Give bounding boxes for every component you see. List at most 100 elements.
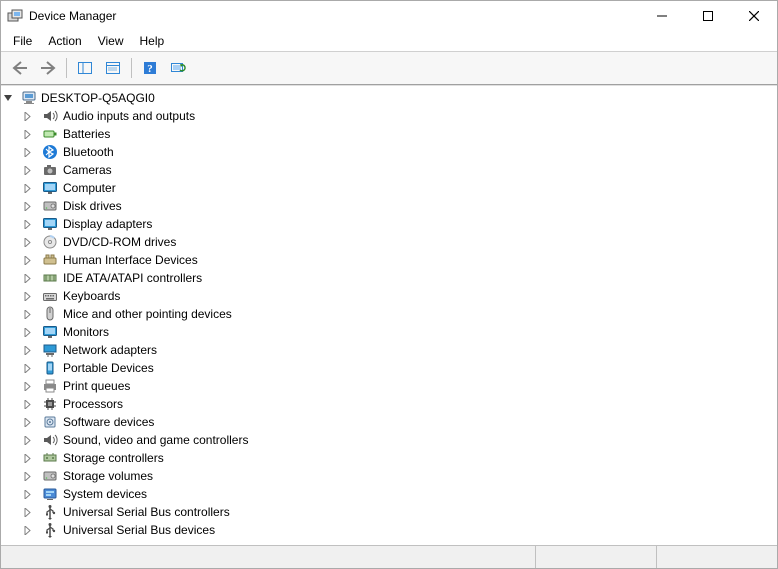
toolbar-scan-hardware-button[interactable] (165, 56, 191, 80)
device-manager-window: Device Manager File Action View Help (0, 0, 778, 569)
expander-icon[interactable] (23, 436, 39, 445)
tree-category[interactable]: Sound, video and game controllers (3, 431, 775, 449)
category-label: IDE ATA/ATAPI controllers (61, 271, 202, 285)
system-icon (41, 486, 59, 502)
status-cell (656, 546, 777, 568)
tree-category[interactable]: Universal Serial Bus devices (3, 521, 775, 539)
menu-view[interactable]: View (90, 32, 132, 50)
statusbar (1, 545, 777, 568)
expander-icon[interactable] (23, 382, 39, 391)
speaker-icon (41, 108, 59, 124)
expander-icon[interactable] (23, 256, 39, 265)
expander-icon[interactable] (23, 328, 39, 337)
expander-icon[interactable] (23, 292, 39, 301)
tree-category[interactable]: Storage controllers (3, 449, 775, 467)
expander-icon[interactable] (23, 238, 39, 247)
expander-icon[interactable] (23, 184, 39, 193)
expander-icon[interactable] (23, 418, 39, 427)
tree-category[interactable]: DVD/CD-ROM drives (3, 233, 775, 251)
status-cell (535, 546, 656, 568)
menubar: File Action View Help (1, 31, 777, 52)
device-tree[interactable]: DESKTOP-Q5AQGI0 Audio inputs and outputs… (1, 85, 777, 545)
tree-category[interactable]: Portable Devices (3, 359, 775, 377)
window-title: Device Manager (29, 9, 116, 23)
tree-category[interactable]: Monitors (3, 323, 775, 341)
tree-category[interactable]: IDE ATA/ATAPI controllers (3, 269, 775, 287)
usb-icon (41, 522, 59, 538)
menu-file[interactable]: File (5, 32, 40, 50)
usb-icon (41, 504, 59, 520)
expander-icon[interactable] (23, 454, 39, 463)
expander-icon[interactable] (23, 310, 39, 319)
controller-icon (41, 270, 59, 286)
menu-help[interactable]: Help (132, 32, 173, 50)
category-label: Keyboards (61, 289, 120, 303)
tree-category[interactable]: Mice and other pointing devices (3, 305, 775, 323)
expander-icon[interactable] (23, 508, 39, 517)
category-label: Disk drives (61, 199, 122, 213)
tree-category[interactable]: Computer (3, 179, 775, 197)
toolbar-back-button[interactable] (7, 56, 33, 80)
toolbar-forward-button[interactable] (35, 56, 61, 80)
expander-icon[interactable] (3, 93, 19, 103)
category-label: Display adapters (61, 217, 152, 231)
category-label: Software devices (61, 415, 154, 429)
expander-icon[interactable] (23, 202, 39, 211)
expander-icon[interactable] (23, 112, 39, 121)
minimize-button[interactable] (639, 1, 685, 31)
close-button[interactable] (731, 1, 777, 31)
expander-icon[interactable] (23, 274, 39, 283)
expander-icon[interactable] (23, 400, 39, 409)
cd-icon (41, 234, 59, 250)
category-label: Mice and other pointing devices (61, 307, 232, 321)
tree-category[interactable]: Software devices (3, 413, 775, 431)
tree-category[interactable]: Keyboards (3, 287, 775, 305)
tree-category[interactable]: Cameras (3, 161, 775, 179)
category-label: Storage controllers (61, 451, 164, 465)
toolbar-separator (131, 58, 132, 78)
tree-category[interactable]: Human Interface Devices (3, 251, 775, 269)
tree-category[interactable]: Network adapters (3, 341, 775, 359)
tree-category[interactable]: Storage volumes (3, 467, 775, 485)
tree-category[interactable]: Disk drives (3, 197, 775, 215)
bluetooth-icon (41, 144, 59, 160)
tree-category[interactable]: Audio inputs and outputs (3, 107, 775, 125)
toolbar-properties-button[interactable] (100, 56, 126, 80)
expander-icon[interactable] (23, 364, 39, 373)
disk-icon (41, 468, 59, 484)
portable-icon (41, 360, 59, 376)
toolbar-show-hide-tree-button[interactable] (72, 56, 98, 80)
tree-root[interactable]: DESKTOP-Q5AQGI0 (3, 89, 775, 107)
app-icon (7, 8, 23, 24)
toolbar: ? (1, 52, 777, 85)
tree-category[interactable]: Batteries (3, 125, 775, 143)
tree-category[interactable]: Display adapters (3, 215, 775, 233)
disk-icon (41, 198, 59, 214)
expander-icon[interactable] (23, 346, 39, 355)
expander-icon[interactable] (23, 130, 39, 139)
monitor-icon (41, 324, 59, 340)
tree-category[interactable]: Print queues (3, 377, 775, 395)
root-label: DESKTOP-Q5AQGI0 (39, 91, 155, 105)
tree-category[interactable]: Bluetooth (3, 143, 775, 161)
monitor-icon (41, 216, 59, 232)
category-label: System devices (61, 487, 147, 501)
toolbar-help-button[interactable]: ? (137, 56, 163, 80)
titlebar: Device Manager (1, 1, 777, 31)
menu-action[interactable]: Action (40, 32, 89, 50)
expander-icon[interactable] (23, 490, 39, 499)
expander-icon[interactable] (23, 166, 39, 175)
tree-category[interactable]: Processors (3, 395, 775, 413)
category-label: Storage volumes (61, 469, 153, 483)
storagectl-icon (41, 450, 59, 466)
category-label: Batteries (61, 127, 110, 141)
expander-icon[interactable] (23, 472, 39, 481)
expander-icon[interactable] (23, 526, 39, 535)
tree-category[interactable]: System devices (3, 485, 775, 503)
maximize-button[interactable] (685, 1, 731, 31)
tree-category[interactable]: Universal Serial Bus controllers (3, 503, 775, 521)
expander-icon[interactable] (23, 148, 39, 157)
expander-icon[interactable] (23, 220, 39, 229)
keyboard-icon (41, 288, 59, 304)
category-label: Bluetooth (61, 145, 114, 159)
